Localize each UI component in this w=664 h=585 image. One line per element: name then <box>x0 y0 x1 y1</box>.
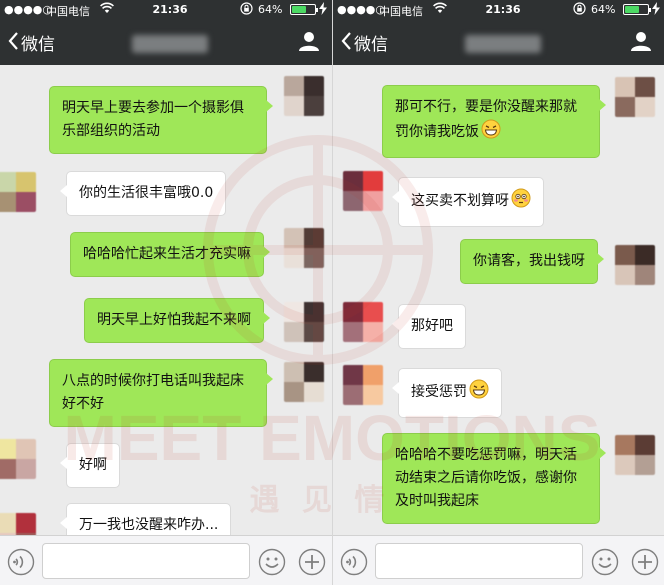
battery-percent: 64% <box>258 3 283 16</box>
chevron-left-icon <box>341 31 352 55</box>
back-button[interactable]: 微信 <box>8 30 55 55</box>
charging-bolt-icon <box>319 2 327 18</box>
flushed-emoji-icon <box>511 188 531 216</box>
back-label: 微信 <box>21 35 55 55</box>
message-list[interactable]: 那可不行，要是你没醒来那就罚你请我吃饭 这买卖不划算呀 你请客，我出钱呀 那好吧… <box>333 65 664 535</box>
contact-name-blurred <box>132 35 208 53</box>
battery-icon <box>623 4 651 15</box>
message-text: 哈哈哈忙起来生活才充实嘛 <box>83 246 251 262</box>
message-input[interactable] <box>42 543 250 579</box>
chevron-left-icon <box>8 31 19 55</box>
message-text: 这买卖不划算呀 <box>411 193 509 209</box>
message-input[interactable] <box>375 543 583 579</box>
grin-emoji-icon <box>481 119 501 147</box>
chat-panel-right: ●●●●○ 中国电信 21:36 64% 微信 那可不行，要是你没醒来那就罚你请… <box>332 0 664 585</box>
message-text: 哈哈哈不要吃惩罚嘛，明天活动结束之后请你吃饭，感谢你及时叫我起床 <box>395 447 577 509</box>
battery-percent: 64% <box>591 3 616 16</box>
message-bubble-sent[interactable]: 那可不行，要是你没醒来那就罚你请我吃饭 <box>382 85 606 158</box>
input-bar <box>0 535 332 585</box>
wifi-icon <box>433 2 447 17</box>
my-avatar[interactable] <box>284 228 324 268</box>
contact-avatar[interactable] <box>343 302 383 342</box>
my-avatar[interactable] <box>615 245 655 285</box>
message-text: 接受惩罚 <box>411 384 467 400</box>
rotation-lock-icon <box>573 2 586 18</box>
message-bubble-sent[interactable]: 明天早上好怕我起不来啊 <box>84 298 270 343</box>
message-text: 好啊 <box>79 457 107 473</box>
contact-avatar[interactable] <box>0 513 36 535</box>
message-bubble-received[interactable]: 好啊 <box>60 443 120 488</box>
my-avatar[interactable] <box>615 435 655 475</box>
nav-bar: 微信 <box>0 18 332 65</box>
wifi-icon <box>100 2 114 17</box>
message-text: 八点的时候你打电话叫我起床好不好 <box>62 373 244 412</box>
message-bubble-sent[interactable]: 你请客，我出钱呀 <box>460 239 604 284</box>
my-avatar[interactable] <box>284 302 324 342</box>
my-avatar[interactable] <box>615 77 655 117</box>
voice-input-icon[interactable] <box>7 548 35 580</box>
plus-icon[interactable] <box>298 548 326 580</box>
signal-strength: ●●●●○ <box>4 3 52 16</box>
battery-icon <box>290 4 318 15</box>
contact-avatar[interactable] <box>0 439 36 479</box>
back-button[interactable]: 微信 <box>341 30 388 55</box>
message-text: 万一我也没醒来咋办... <box>79 517 219 533</box>
my-avatar[interactable] <box>284 76 324 116</box>
carrier-name: 中国电信 <box>379 5 423 18</box>
carrier-name: 中国电信 <box>46 5 90 18</box>
grin-emoji-icon <box>469 379 489 407</box>
input-bar <box>333 535 664 585</box>
message-bubble-sent[interactable]: 八点的时候你打电话叫我起床好不好 <box>49 359 273 427</box>
voice-input-icon[interactable] <box>340 548 368 580</box>
chat-panel-left: ●●●●○ 中国电信 21:36 64% 微信 明天早上要去参加一个摄影俱乐部组… <box>0 0 332 585</box>
contact-name-blurred <box>465 35 541 53</box>
my-avatar[interactable] <box>284 362 324 402</box>
message-bubble-received[interactable]: 这买卖不划算呀 <box>392 177 544 227</box>
status-bar: ●●●●○ 中国电信 21:36 64% <box>333 0 664 18</box>
person-icon[interactable] <box>630 30 652 56</box>
plus-icon[interactable] <box>631 548 659 580</box>
message-bubble-sent[interactable]: 明天早上要去参加一个摄影俱乐部组织的活动 <box>49 86 273 154</box>
contact-avatar[interactable] <box>343 365 383 405</box>
message-bubble-received[interactable]: 那好吧 <box>392 304 466 349</box>
charging-bolt-icon <box>652 2 660 18</box>
emoji-icon[interactable] <box>591 548 619 580</box>
message-list[interactable]: 明天早上要去参加一个摄影俱乐部组织的活动 你的生活很丰富哦0.0 哈哈哈忙起来生… <box>0 65 332 535</box>
person-icon[interactable] <box>298 30 320 56</box>
clock-time: 21:36 <box>152 3 188 16</box>
message-text: 明天早上好怕我起不来啊 <box>97 312 251 328</box>
signal-strength: ●●●●○ <box>337 3 385 16</box>
rotation-lock-icon <box>240 2 253 18</box>
contact-avatar[interactable] <box>343 171 383 211</box>
message-bubble-received[interactable]: 万一我也没醒来咋办... <box>59 503 232 535</box>
back-label: 微信 <box>354 35 388 55</box>
message-bubble-sent[interactable]: 哈哈哈忙起来生活才充实嘛 <box>70 232 270 277</box>
emoji-icon[interactable] <box>258 548 286 580</box>
message-text: 你请客，我出钱呀 <box>473 253 585 269</box>
message-text: 你的生活很丰富哦0.0 <box>79 185 214 201</box>
clock-time: 21:36 <box>485 3 521 16</box>
nav-bar: 微信 <box>333 18 664 65</box>
message-bubble-received[interactable]: 你的生活很丰富哦0.0 <box>59 171 227 216</box>
contact-avatar[interactable] <box>0 172 36 212</box>
message-text: 那好吧 <box>411 318 453 334</box>
message-bubble-sent[interactable]: 哈哈哈不要吃惩罚嘛，明天活动结束之后请你吃饭，感谢你及时叫我起床 <box>382 433 606 524</box>
status-bar: ●●●●○ 中国电信 21:36 64% <box>0 0 332 18</box>
message-bubble-received[interactable]: 接受惩罚 <box>392 368 502 418</box>
message-text: 明天早上要去参加一个摄影俱乐部组织的活动 <box>62 100 244 139</box>
